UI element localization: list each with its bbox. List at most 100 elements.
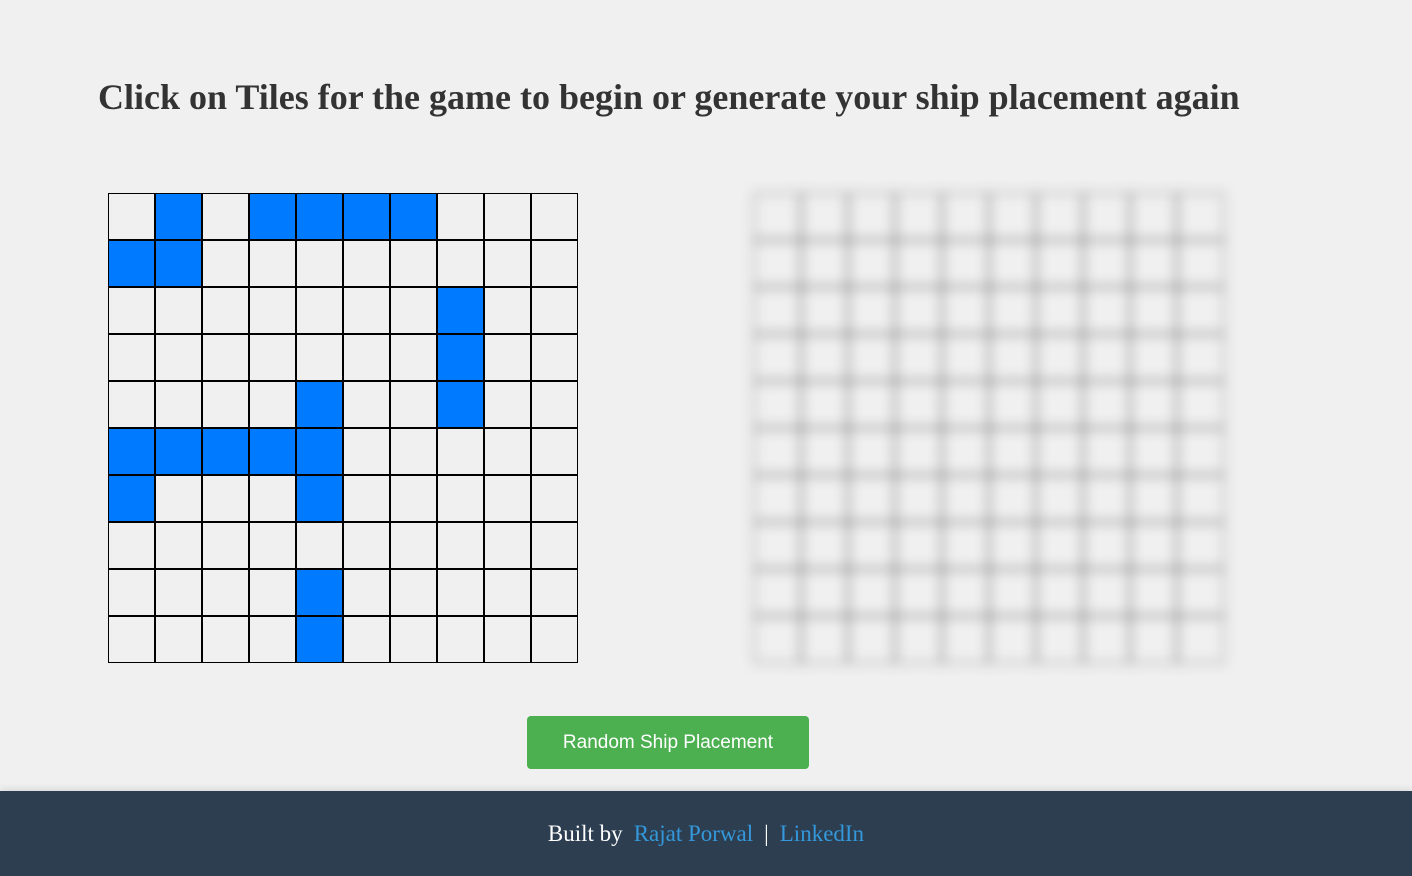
board-tile[interactable] [249, 522, 296, 569]
board-tile[interactable] [801, 287, 848, 334]
board-tile[interactable] [249, 240, 296, 287]
board-tile[interactable] [390, 475, 437, 522]
board-tile[interactable] [155, 334, 202, 381]
board-tile[interactable] [390, 522, 437, 569]
board-tile[interactable] [754, 287, 801, 334]
board-tile[interactable] [1083, 240, 1130, 287]
board-tile[interactable] [1177, 616, 1224, 663]
author-link[interactable]: Rajat Porwal [634, 821, 753, 847]
board-tile[interactable] [942, 240, 989, 287]
board-tile[interactable] [108, 522, 155, 569]
ship-tile[interactable] [390, 193, 437, 240]
board-tile[interactable] [754, 428, 801, 475]
board-tile[interactable] [1130, 475, 1177, 522]
board-tile[interactable] [202, 193, 249, 240]
board-tile[interactable] [754, 522, 801, 569]
board-tile[interactable] [1036, 240, 1083, 287]
ship-tile[interactable] [296, 569, 343, 616]
board-tile[interactable] [895, 334, 942, 381]
board-tile[interactable] [1177, 240, 1224, 287]
ship-tile[interactable] [296, 475, 343, 522]
board-tile[interactable] [108, 569, 155, 616]
board-tile[interactable] [484, 569, 531, 616]
board-tile[interactable] [989, 381, 1036, 428]
board-tile[interactable] [942, 381, 989, 428]
board-tile[interactable] [895, 522, 942, 569]
board-tile[interactable] [484, 381, 531, 428]
board-tile[interactable] [848, 616, 895, 663]
board-tile[interactable] [343, 522, 390, 569]
board-tile[interactable] [531, 475, 578, 522]
board-tile[interactable] [942, 287, 989, 334]
board-tile[interactable] [343, 616, 390, 663]
board-tile[interactable] [754, 240, 801, 287]
board-tile[interactable] [1177, 428, 1224, 475]
board-tile[interactable] [202, 381, 249, 428]
board-tile[interactable] [108, 287, 155, 334]
board-tile[interactable] [343, 334, 390, 381]
board-tile[interactable] [895, 569, 942, 616]
board-tile[interactable] [1083, 334, 1130, 381]
board-tile[interactable] [989, 428, 1036, 475]
ship-tile[interactable] [202, 428, 249, 475]
board-tile[interactable] [437, 193, 484, 240]
board-tile[interactable] [343, 381, 390, 428]
board-tile[interactable] [754, 475, 801, 522]
board-tile[interactable] [202, 287, 249, 334]
board-tile[interactable] [942, 193, 989, 240]
board-tile[interactable] [801, 240, 848, 287]
board-tile[interactable] [1083, 287, 1130, 334]
ship-tile[interactable] [155, 240, 202, 287]
board-tile[interactable] [848, 334, 895, 381]
ship-tile[interactable] [108, 428, 155, 475]
board-tile[interactable] [249, 475, 296, 522]
board-tile[interactable] [531, 334, 578, 381]
board-tile[interactable] [484, 428, 531, 475]
board-tile[interactable] [202, 569, 249, 616]
board-tile[interactable] [895, 428, 942, 475]
board-tile[interactable] [754, 381, 801, 428]
board-tile[interactable] [848, 569, 895, 616]
board-tile[interactable] [484, 193, 531, 240]
board-tile[interactable] [249, 381, 296, 428]
board-tile[interactable] [1083, 475, 1130, 522]
board-tile[interactable] [249, 287, 296, 334]
ship-tile[interactable] [296, 428, 343, 475]
board-tile[interactable] [437, 522, 484, 569]
board-tile[interactable] [942, 334, 989, 381]
board-tile[interactable] [531, 428, 578, 475]
board-tile[interactable] [484, 334, 531, 381]
ship-tile[interactable] [108, 240, 155, 287]
board-tile[interactable] [202, 616, 249, 663]
board-tile[interactable] [1083, 569, 1130, 616]
board-tile[interactable] [989, 193, 1036, 240]
board-tile[interactable] [895, 240, 942, 287]
random-ship-placement-button[interactable]: Random Ship Placement [527, 716, 809, 769]
board-tile[interactable] [801, 522, 848, 569]
board-tile[interactable] [1036, 381, 1083, 428]
board-tile[interactable] [801, 193, 848, 240]
board-tile[interactable] [1177, 287, 1224, 334]
board-tile[interactable] [155, 287, 202, 334]
board-tile[interactable] [895, 475, 942, 522]
board-tile[interactable] [296, 287, 343, 334]
board-tile[interactable] [1177, 193, 1224, 240]
ship-tile[interactable] [108, 475, 155, 522]
board-tile[interactable] [484, 240, 531, 287]
board-tile[interactable] [895, 287, 942, 334]
board-tile[interactable] [754, 569, 801, 616]
board-tile[interactable] [942, 522, 989, 569]
board-tile[interactable] [531, 287, 578, 334]
board-tile[interactable] [531, 569, 578, 616]
board-tile[interactable] [989, 334, 1036, 381]
board-tile[interactable] [155, 616, 202, 663]
ship-tile[interactable] [343, 193, 390, 240]
board-tile[interactable] [531, 616, 578, 663]
board-tile[interactable] [1130, 334, 1177, 381]
board-tile[interactable] [296, 522, 343, 569]
board-tile[interactable] [848, 381, 895, 428]
board-tile[interactable] [1130, 428, 1177, 475]
board-tile[interactable] [249, 569, 296, 616]
board-tile[interactable] [484, 287, 531, 334]
board-tile[interactable] [1130, 287, 1177, 334]
